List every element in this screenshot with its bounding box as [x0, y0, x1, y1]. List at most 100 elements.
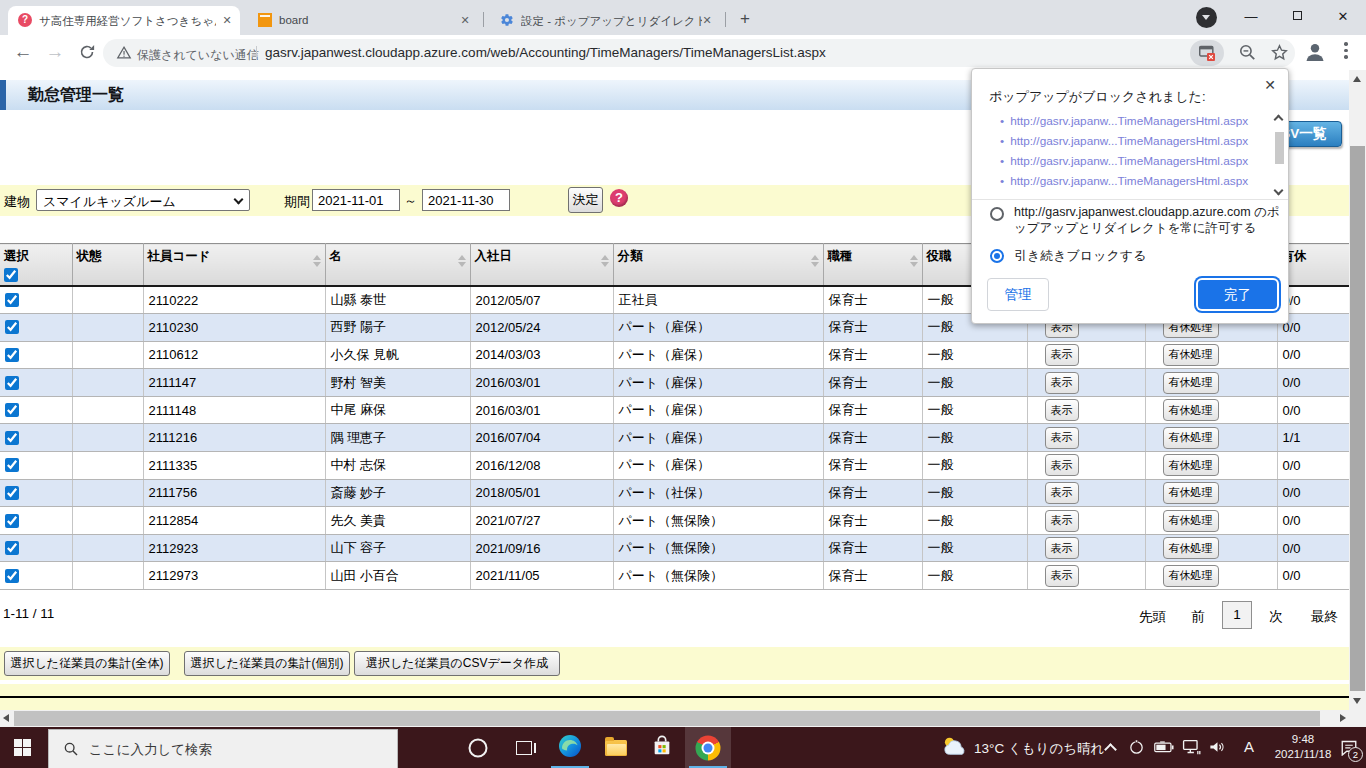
back-icon[interactable]: ← [11, 40, 35, 64]
profile-avatar-icon[interactable] [1303, 40, 1327, 64]
select-all-checkbox[interactable] [4, 268, 18, 282]
scroll-down-icon[interactable] [1353, 698, 1361, 704]
zoom-out-icon[interactable] [1238, 43, 1258, 63]
scroll-left-icon[interactable] [3, 714, 9, 722]
scroll-right-icon[interactable] [1340, 714, 1346, 722]
blocked-url-link[interactable]: http://gasrv.japanw...TimeManagersHtml.a… [1000, 154, 1256, 174]
pagination-next[interactable]: 次 [1269, 608, 1283, 626]
show-button[interactable]: 表示 [1045, 427, 1079, 449]
not-secure-warning-icon[interactable] [116, 45, 136, 65]
header-name[interactable]: 名 [325, 244, 470, 287]
action-button[interactable]: 選択した従業員の集計(個別) [184, 651, 350, 676]
reload-icon[interactable] [75, 40, 99, 64]
show-button[interactable]: 表示 [1045, 372, 1079, 394]
header-code[interactable]: 社員コード [143, 244, 325, 287]
row-checkbox[interactable] [5, 514, 19, 528]
chrome-button[interactable] [685, 727, 731, 768]
taskbar-search-box[interactable]: ここに入力して検索 [48, 729, 398, 768]
cortana-button[interactable] [455, 727, 501, 768]
row-checkbox[interactable] [5, 376, 19, 390]
popup-blocked-indicator[interactable] [1190, 40, 1224, 66]
ime-mode-indicator[interactable]: A [1244, 738, 1254, 755]
leave-process-button[interactable]: 有休処理 [1163, 344, 1219, 366]
allow-popups-radio[interactable] [990, 207, 1004, 221]
url-list-scroll-thumb[interactable] [1275, 132, 1284, 164]
leave-process-button[interactable]: 有休処理 [1163, 427, 1219, 449]
security-label[interactable]: 保護されていない通信 [137, 47, 259, 64]
edge-button[interactable] [547, 727, 593, 768]
scroll-up-icon[interactable] [1353, 76, 1361, 82]
pagination-prev[interactable]: 前 [1191, 608, 1205, 626]
leave-process-button[interactable]: 有休処理 [1163, 510, 1219, 532]
show-button[interactable]: 表示 [1045, 482, 1079, 504]
action-button[interactable]: 選択した従業員の集計(全体) [4, 651, 170, 676]
row-checkbox[interactable] [5, 569, 19, 583]
manage-button[interactable]: 管理 [987, 278, 1049, 311]
tab-close-icon[interactable]: ✕ [458, 13, 472, 27]
leave-process-button[interactable]: 有休処理 [1163, 565, 1219, 587]
row-checkbox[interactable] [5, 320, 19, 334]
window-minimize-button[interactable]: — [1228, 0, 1274, 32]
weather-icon[interactable] [942, 735, 968, 761]
building-select[interactable]: スマイルキッズルーム [36, 189, 250, 211]
vertical-scroll-thumb[interactable] [1350, 146, 1365, 691]
show-button[interactable]: 表示 [1045, 565, 1079, 587]
tab-settings[interactable]: 設定 - ポップアップとリダイレクト ✕ [490, 6, 720, 35]
pagination-last[interactable]: 最終 [1311, 608, 1338, 626]
weather-text[interactable]: 13°C くもりのち晴れ [974, 740, 1104, 758]
url-list-scrollbar[interactable] [1273, 114, 1286, 196]
leave-process-button[interactable]: 有休処理 [1163, 454, 1219, 476]
file-explorer-button[interactable] [593, 727, 639, 768]
show-button[interactable]: 表示 [1045, 510, 1079, 532]
address-bar[interactable]: 保護されていない通信 gasrv.japanwest.cloudapp.azur… [103, 39, 1295, 67]
tab-close-icon[interactable]: ✕ [220, 13, 234, 27]
tray-expand-icon[interactable] [1104, 743, 1117, 756]
browser-profile-avatar[interactable] [1196, 7, 1217, 28]
action-button[interactable]: 選択した従業員のCSVデータ作成 [354, 651, 560, 676]
row-checkbox[interactable] [5, 348, 19, 362]
forward-icon[interactable]: → [43, 40, 67, 64]
bookmark-star-icon[interactable] [1270, 43, 1290, 63]
show-button[interactable]: 表示 [1045, 537, 1079, 559]
row-checkbox[interactable] [5, 541, 19, 555]
blocked-url-link[interactable]: http://gasrv.japanw...TimeManagersHtml.a… [1000, 114, 1256, 134]
done-button[interactable]: 完了 [1198, 280, 1277, 309]
network-icon[interactable] [1182, 739, 1201, 759]
url-text[interactable]: gasrv.japanwest.cloudapp.azure.com/web/A… [265, 45, 826, 60]
row-checkbox[interactable] [5, 403, 19, 417]
header-job[interactable]: 職種 [823, 244, 922, 287]
tab-app[interactable]: ? サ高住専用経営ソフトさつきちゃん ✕ [8, 6, 240, 35]
window-restore-button[interactable] [1274, 0, 1320, 32]
battery-icon[interactable] [1154, 740, 1174, 758]
leave-process-button[interactable]: 有休処理 [1163, 399, 1219, 421]
new-tab-button[interactable]: + [733, 8, 757, 32]
header-hire-date[interactable]: 入社日 [470, 244, 613, 287]
row-checkbox[interactable] [5, 458, 19, 472]
date-to-input[interactable]: 2021-11-30 [422, 189, 510, 211]
show-button[interactable]: 表示 [1045, 454, 1079, 476]
keep-blocking-radio[interactable] [990, 249, 1004, 263]
horizontal-scrollbar[interactable] [0, 710, 1349, 727]
date-from-input[interactable]: 2021-11-01 [312, 189, 400, 211]
tab-board[interactable]: board ✕ [248, 6, 478, 35]
pagination-current-page[interactable]: 1 [1222, 601, 1252, 629]
scroll-up-icon[interactable] [1274, 115, 1284, 125]
close-icon[interactable]: ✕ [1262, 77, 1278, 93]
scroll-down-icon[interactable] [1274, 186, 1284, 196]
header-category[interactable]: 分類 [613, 244, 823, 287]
start-button[interactable] [0, 727, 46, 768]
row-checkbox[interactable] [5, 431, 19, 445]
blocked-url-link[interactable]: http://gasrv.japanw...TimeManagersHtml.a… [1000, 134, 1256, 154]
row-checkbox[interactable] [5, 293, 19, 307]
tab-close-icon[interactable]: ✕ [700, 13, 714, 27]
row-checkbox[interactable] [5, 486, 19, 500]
help-icon[interactable]: ? [610, 189, 628, 207]
show-button[interactable]: 表示 [1045, 399, 1079, 421]
volume-icon[interactable] [1208, 739, 1227, 759]
onedrive-icon[interactable] [1128, 739, 1145, 760]
vertical-scrollbar[interactable] [1349, 70, 1366, 710]
task-view-button[interactable] [501, 727, 547, 768]
blocked-url-link[interactable]: http://gasrv.japanw...TimeManagersHtml.a… [1000, 174, 1256, 194]
store-button[interactable] [639, 727, 685, 768]
leave-process-button[interactable]: 有休処理 [1163, 482, 1219, 504]
